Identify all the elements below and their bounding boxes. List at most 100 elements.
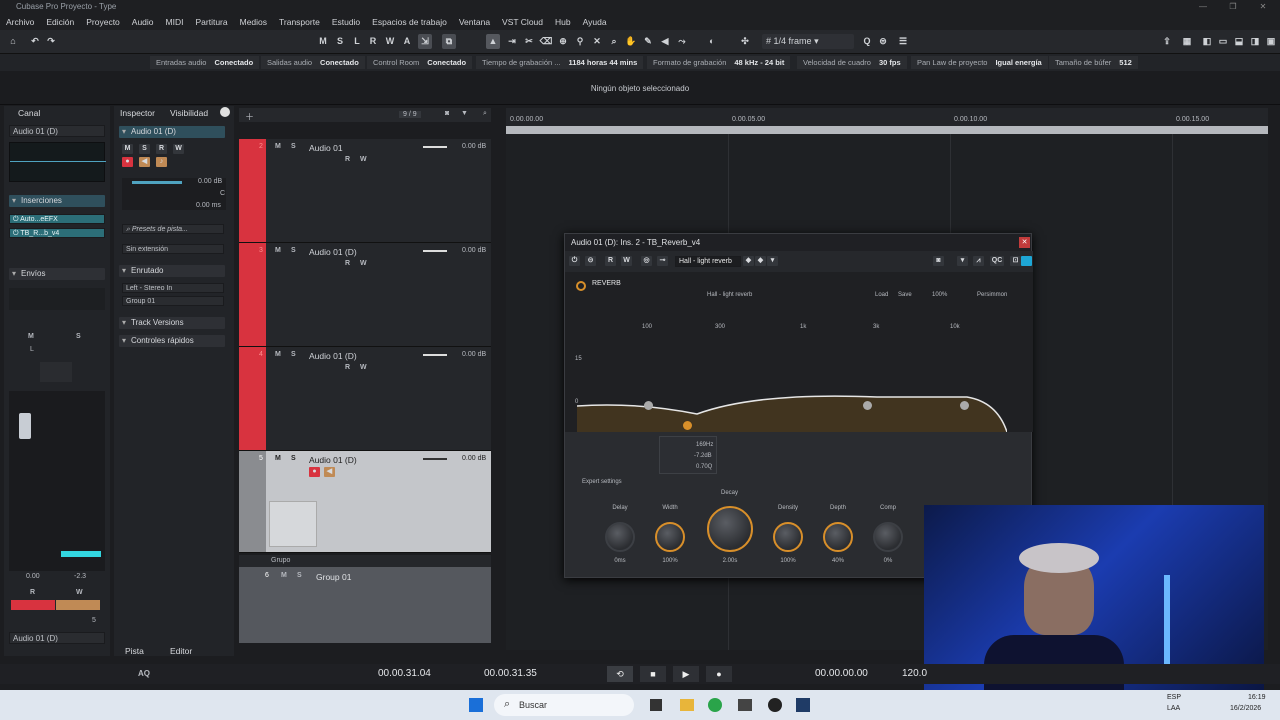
snap-icon[interactable]: ⧉ xyxy=(442,34,456,49)
plugin-power-icon[interactable]: ⏻ xyxy=(569,256,580,266)
menu-ventana[interactable]: Ventana xyxy=(453,14,496,30)
track-list-icon[interactable]: ☰ xyxy=(896,34,910,49)
minimize-button[interactable]: — xyxy=(1188,0,1218,14)
layout-right-icon[interactable]: ◨ xyxy=(1248,34,1262,49)
extension-select[interactable]: Sin extensión xyxy=(122,244,224,254)
plugin-settings-icon[interactable]: ▾ xyxy=(957,256,968,266)
taskbar-search[interactable]: ⌕ Buscar xyxy=(494,694,634,716)
track-monitor-icon[interactable]: ◀ xyxy=(324,467,335,477)
inspector-record-icon[interactable]: ● xyxy=(122,157,133,167)
ruler[interactable]: 0.00.00.00 0.00.05.00 0.00.10.00 0.00.15… xyxy=(506,108,1268,126)
group-track-name[interactable]: Group 01 xyxy=(316,572,351,582)
layout-bottom-icon[interactable]: ⬓ xyxy=(1232,34,1246,49)
keyboard-layout[interactable]: LAA xyxy=(1167,705,1180,712)
add-track-icon[interactable]: ＋ xyxy=(245,110,254,123)
file-explorer-icon[interactable] xyxy=(680,699,694,711)
track-row[interactable]: 2 M S Audio 01 0.00 dB R W xyxy=(239,139,491,243)
pointer-tool-icon[interactable]: ▲ xyxy=(486,34,500,49)
preset-menu-icon[interactable]: ▾ xyxy=(767,256,778,266)
cubase-icon[interactable] xyxy=(796,698,810,712)
primary-time-display[interactable]: 00.00.00.00 xyxy=(815,668,868,679)
play-icon[interactable]: ▶ xyxy=(673,666,699,682)
read-button[interactable]: R xyxy=(30,589,35,596)
solo-toggle[interactable]: S xyxy=(333,34,347,49)
plugin-link-icon[interactable]: ⊸ xyxy=(657,256,668,266)
track-read[interactable]: R xyxy=(345,260,350,267)
menu-partitura[interactable]: Partitura xyxy=(189,14,233,30)
erase-tool-icon[interactable]: ⌫ xyxy=(539,34,553,49)
menu-edicion[interactable]: Edición xyxy=(40,14,80,30)
pan-control[interactable] xyxy=(40,362,72,382)
tab-inspector[interactable]: Inspector xyxy=(120,108,155,118)
warp-tool-icon[interactable]: ⤳ xyxy=(675,34,689,49)
write-toggle[interactable]: W xyxy=(383,34,397,49)
keyboard-icon[interactable]: ▦ xyxy=(1180,34,1194,49)
left-locator[interactable]: 00.00.31.04 xyxy=(378,668,431,679)
reverb-display[interactable]: REVERB Hall - light reverb Load Save 100… xyxy=(565,272,1033,432)
menu-midi[interactable]: MIDI xyxy=(160,14,190,30)
volume-fader-handle[interactable] xyxy=(19,413,31,439)
load-button[interactable]: Load xyxy=(875,292,888,298)
start-icon[interactable] xyxy=(469,698,483,712)
delay-knob[interactable] xyxy=(605,522,635,552)
input-routing-select[interactable]: Left - Stereo In xyxy=(122,283,224,293)
track-volume-slider[interactable] xyxy=(423,146,447,148)
export-icon[interactable]: ⇪ xyxy=(1160,34,1174,49)
track-write[interactable]: W xyxy=(360,260,367,267)
right-locator[interactable]: 00.00.31.35 xyxy=(484,668,537,679)
track-write[interactable]: W xyxy=(360,156,367,163)
output-routing-select[interactable]: Group 01 xyxy=(122,296,224,306)
decay-knob[interactable] xyxy=(707,506,753,552)
track-mute[interactable]: M xyxy=(275,247,281,254)
read-toggle[interactable]: R xyxy=(366,34,380,49)
track-mute[interactable]: M xyxy=(275,143,281,150)
routing-section[interactable]: Enrutado xyxy=(119,265,225,277)
menu-medios[interactable]: Medios xyxy=(234,14,273,30)
layout-center-icon[interactable]: ▭ xyxy=(1216,34,1230,49)
track-read[interactable]: R xyxy=(345,364,350,371)
menu-proyecto[interactable]: Proyecto xyxy=(80,14,126,30)
plugin-preset-select[interactable]: Hall - light reverb xyxy=(675,256,741,267)
track-name[interactable]: Audio 01 (D) xyxy=(309,351,357,361)
group-solo[interactable]: S xyxy=(297,572,302,579)
listen-toggle[interactable]: L xyxy=(350,34,364,49)
tab-editor[interactable]: Editor xyxy=(170,646,192,656)
track-mute[interactable]: M xyxy=(275,455,281,462)
track-mute[interactable]: M xyxy=(275,351,281,358)
tab-pista[interactable]: Pista xyxy=(125,646,144,656)
inspector-solo[interactable]: S xyxy=(139,144,150,154)
menu-audio[interactable]: Audio xyxy=(126,14,160,30)
expert-settings-button[interactable]: Expert settings xyxy=(582,479,622,485)
eq-node-handle[interactable] xyxy=(960,401,969,410)
locator-range[interactable] xyxy=(506,126,1268,134)
inspector-track-section[interactable]: Audio 01 (D) xyxy=(119,126,225,138)
track-solo[interactable]: S xyxy=(291,455,296,462)
eq-curve[interactable] xyxy=(577,392,1007,432)
channel-mute[interactable]: M xyxy=(28,333,34,340)
aq-button[interactable]: AQ xyxy=(138,669,150,678)
plugin-close-icon[interactable]: ✕ xyxy=(1019,237,1030,248)
track-row-selected[interactable]: 5 M S Audio 01 (D) 0.00 dB ● ◀ xyxy=(239,451,491,553)
status-pan-law[interactable]: Pan Law de proyecto Igual energía xyxy=(911,56,1048,69)
plugin-camera-icon[interactable]: ◙ xyxy=(933,256,944,266)
insert-slot-2[interactable]: ⏻ TB_R...b_v4 xyxy=(9,228,105,238)
monitor-button[interactable] xyxy=(56,600,100,610)
tab-canal[interactable]: Canal xyxy=(18,108,40,118)
plugin-bypass-icon[interactable]: ⊝ xyxy=(585,256,596,266)
plugin-read[interactable]: R xyxy=(605,256,616,266)
channel-listen[interactable]: L xyxy=(30,346,34,353)
track-record-icon[interactable]: ● xyxy=(309,467,320,477)
chrome-icon[interactable] xyxy=(708,698,722,712)
track-read[interactable]: R xyxy=(345,156,350,163)
zoom-value[interactable]: 100% xyxy=(932,292,947,298)
preset-next-icon[interactable]: ◆ xyxy=(755,256,766,266)
status-audio-inputs[interactable]: Entradas audio Conectado xyxy=(150,56,260,69)
menu-hub[interactable]: Hub xyxy=(549,14,577,30)
cycle-icon[interactable]: ⟲ xyxy=(607,666,633,682)
clock-date[interactable]: 16/2/2026 xyxy=(1230,705,1261,712)
plugin-color-icon[interactable] xyxy=(1021,256,1032,266)
preset-prev-icon[interactable]: ◆ xyxy=(743,256,754,266)
layout-full-icon[interactable]: ▣ xyxy=(1264,34,1278,49)
camera-icon[interactable]: ◙ xyxy=(445,110,449,117)
menu-estudio[interactable]: Estudio xyxy=(326,14,366,30)
